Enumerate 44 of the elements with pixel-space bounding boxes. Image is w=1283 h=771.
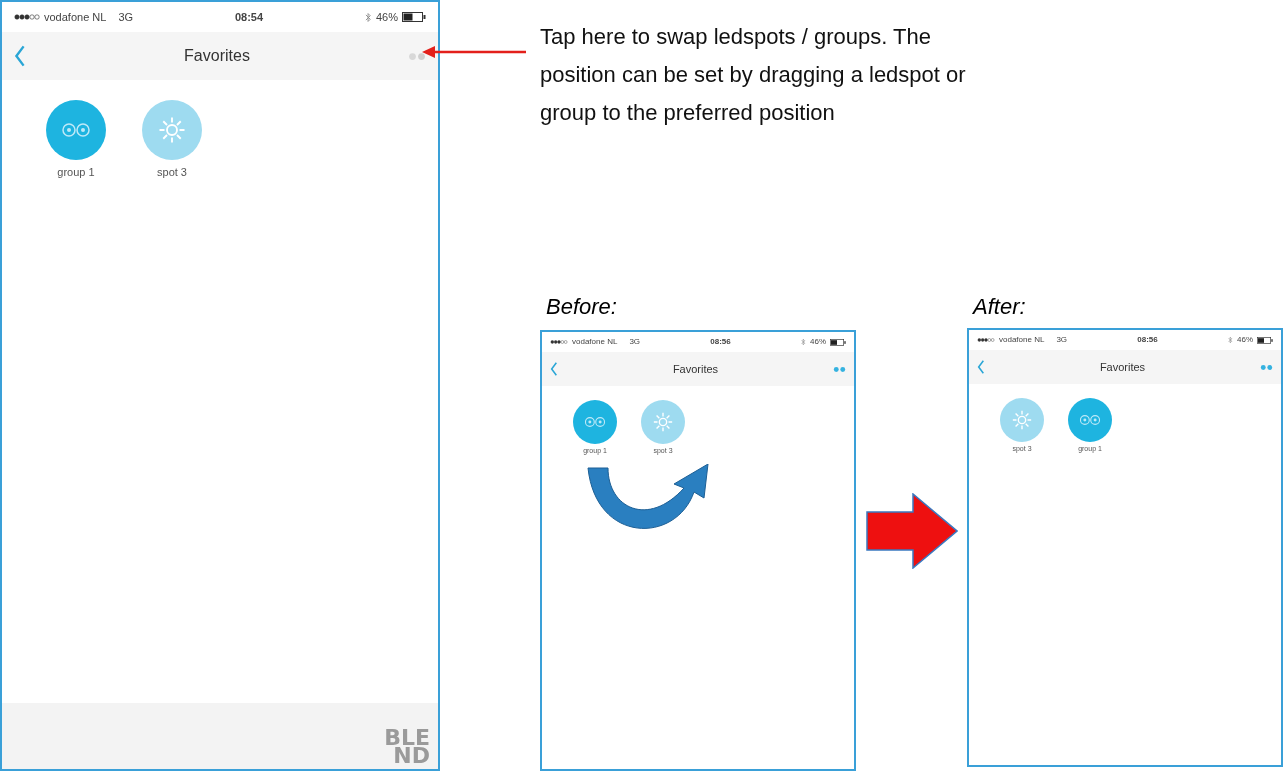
item-label: spot 3 [157,165,187,180]
battery-label: 46% [375,9,398,25]
back-icon[interactable] [14,45,26,67]
carrier-label: vodafone NL [999,334,1045,346]
battery-icon [830,338,846,346]
swap-icon[interactable] [1260,363,1273,371]
network-label: 3G [629,336,641,348]
carrier-label: vodafone NL [44,9,107,25]
group-icon[interactable] [573,400,617,444]
battery-icon [402,12,426,22]
instruction-text: Tap here to swap ledspots / groups. The position can be set by dragging a ledspot or group to the preferred position [540,23,967,127]
back-icon[interactable] [550,362,558,376]
bluetooth-icon [364,11,372,23]
bluetooth-icon [1228,336,1233,344]
light-icon[interactable] [142,100,202,160]
carrier-label: vodafone NL [572,336,618,348]
time-label: 08:56 [710,336,731,348]
brand-logo: BLE ND [384,729,430,765]
signal-icon [550,340,568,344]
network-label: 3G [1056,334,1068,346]
back-icon[interactable] [977,360,985,374]
light-icon[interactable] [641,400,685,444]
group-icon[interactable] [46,100,106,160]
before-caption: Before: [545,293,618,321]
signal-icon [977,338,995,342]
group-icon[interactable] [1068,398,1112,442]
battery-label: 46% [810,336,826,348]
screen-title: Favorites [672,361,719,377]
network-label: 3G [118,9,134,25]
battery-icon [1257,336,1273,344]
pointer-arrow-icon [422,46,526,58]
time-label: 08:56 [1137,334,1158,346]
after-caption: After: [971,293,1027,321]
right-arrow-icon [865,492,958,569]
swap-icon[interactable] [833,365,846,373]
item-label: group 1 [57,165,95,180]
light-icon[interactable] [1000,398,1044,442]
screen-title: Favorites [1099,359,1146,375]
battery-label: 46% [1237,334,1253,346]
signal-icon [14,14,40,20]
time-label: 08:54 [234,9,264,25]
screen-title: Favorites [184,46,250,66]
swap-icon[interactable] [408,51,426,61]
bluetooth-icon [801,338,806,346]
